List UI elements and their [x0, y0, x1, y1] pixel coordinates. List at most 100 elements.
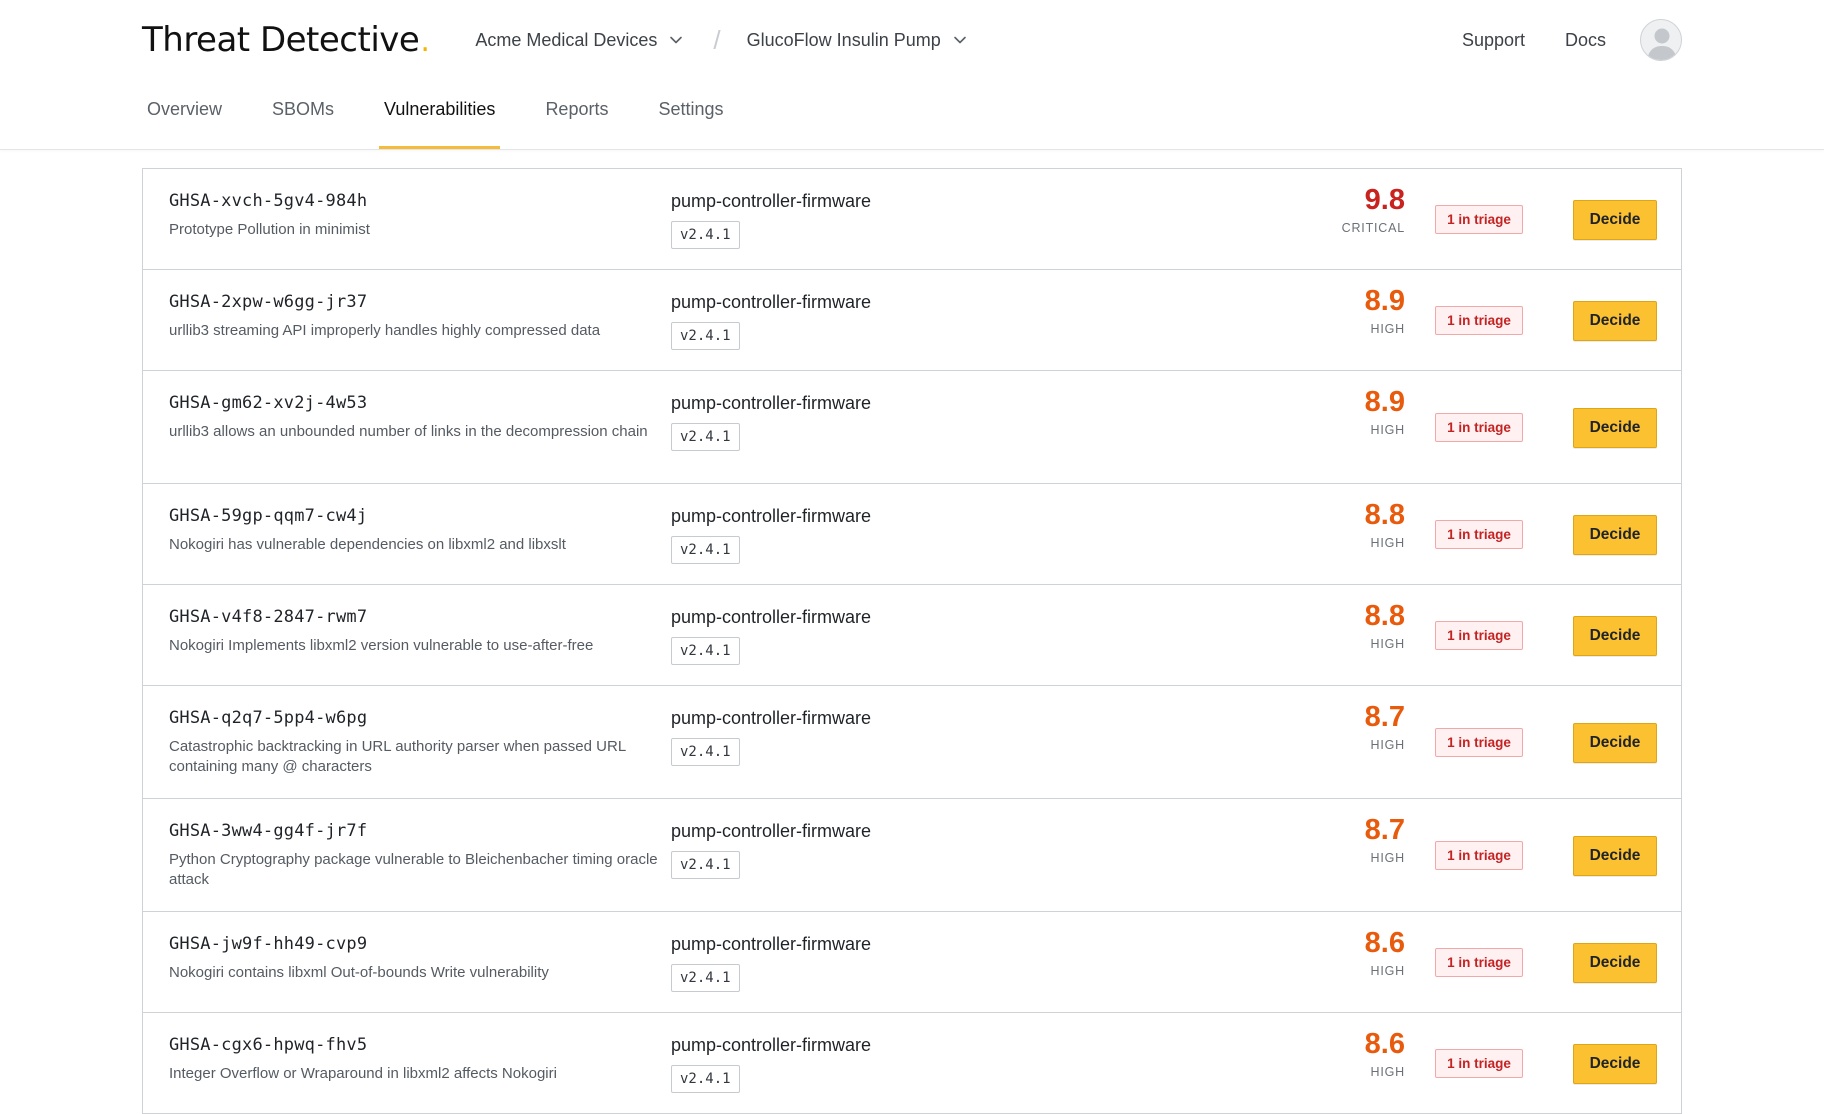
- advisory-summary: Nokogiri Implements libxml2 version vuln…: [169, 637, 594, 654]
- cvss-score: 8.7 HIGH: [1365, 700, 1405, 752]
- package-name[interactable]: pump-controller-firmware: [671, 607, 871, 628]
- advisory-summary: Nokogiri contains libxml Out-of-bounds W…: [169, 964, 549, 981]
- package-name[interactable]: pump-controller-firmware: [671, 393, 871, 414]
- advisory-id[interactable]: GHSA-v4f8-2847-rwm7: [169, 607, 367, 627]
- version-badge: v2.4.1: [671, 536, 740, 564]
- triage-badge[interactable]: 1 in triage: [1435, 1049, 1523, 1078]
- advisory-id[interactable]: GHSA-gm62-xv2j-4w53: [169, 393, 367, 413]
- brand-logo[interactable]: Threat Detective.: [142, 20, 430, 60]
- top-bar: Threat Detective. Acme Medical Devices /…: [142, 14, 1682, 66]
- table-row[interactable]: GHSA-59gp-qqm7-cw4j Nokogiri has vulnerab…: [143, 484, 1681, 585]
- severity-label: CRITICAL: [1341, 221, 1405, 235]
- decide-button[interactable]: Decide: [1573, 200, 1657, 240]
- triage-badge[interactable]: 1 in triage: [1435, 948, 1523, 977]
- advisory-id[interactable]: GHSA-q2q7-5pp4-w6pg: [169, 708, 367, 728]
- table-row[interactable]: GHSA-cgx6-hpwq-fhv5 Integer Overflow or W…: [143, 1013, 1681, 1114]
- package-name[interactable]: pump-controller-firmware: [671, 934, 871, 955]
- package-name[interactable]: pump-controller-firmware: [671, 708, 871, 729]
- severity-label: HIGH: [1370, 536, 1405, 550]
- tab-settings[interactable]: Settings: [653, 79, 728, 149]
- tab-overview[interactable]: Overview: [142, 79, 227, 149]
- product-selector-label: GlucoFlow Insulin Pump: [746, 29, 941, 50]
- severity-label: HIGH: [1370, 637, 1405, 651]
- advisory-summary: Integer Overflow or Wraparound in libxml…: [169, 1065, 557, 1082]
- advisory-summary: urllib3 allows an unbounded number of li…: [169, 423, 648, 440]
- package-name[interactable]: pump-controller-firmware: [671, 292, 871, 313]
- decide-button[interactable]: Decide: [1573, 1044, 1657, 1084]
- cvss-score: 8.6 HIGH: [1365, 1027, 1405, 1079]
- severity-label: HIGH: [1370, 322, 1405, 336]
- table-row[interactable]: GHSA-3ww4-gg4f-jr7f Python Cryptography p…: [143, 799, 1681, 912]
- decide-button[interactable]: Decide: [1573, 408, 1657, 448]
- triage-badge[interactable]: 1 in triage: [1435, 621, 1523, 650]
- table-row[interactable]: GHSA-jw9f-hh49-cvp9 Nokogiri contains lib…: [143, 912, 1681, 1013]
- severity-label: HIGH: [1370, 423, 1405, 437]
- advisory-id[interactable]: GHSA-3ww4-gg4f-jr7f: [169, 821, 367, 841]
- severity-label: HIGH: [1370, 738, 1405, 752]
- decide-button[interactable]: Decide: [1573, 943, 1657, 983]
- table-row[interactable]: GHSA-gm62-xv2j-4w53 urllib3 allows an unb…: [143, 371, 1681, 484]
- breadcrumb-separator: /: [713, 24, 721, 55]
- version-badge: v2.4.1: [671, 964, 740, 992]
- cvss-score: 8.9 HIGH: [1365, 385, 1405, 437]
- cvss-score: 8.8 HIGH: [1365, 498, 1405, 550]
- score-value: 8.7: [1364, 701, 1405, 733]
- score-value: 8.8: [1364, 499, 1405, 531]
- version-badge: v2.4.1: [671, 851, 740, 879]
- score-value: 8.8: [1364, 600, 1405, 632]
- docs-link[interactable]: Docs: [1565, 30, 1606, 51]
- cvss-score: 8.7 HIGH: [1365, 813, 1405, 865]
- triage-badge[interactable]: 1 in triage: [1435, 841, 1523, 870]
- package-name[interactable]: pump-controller-firmware: [671, 821, 871, 842]
- version-badge: v2.4.1: [671, 322, 740, 350]
- advisory-summary: urllib3 streaming API improperly handles…: [169, 322, 601, 339]
- brand-dot: .: [420, 24, 430, 59]
- advisory-id[interactable]: GHSA-xvch-5gv4-984h: [169, 191, 367, 211]
- decide-button[interactable]: Decide: [1573, 515, 1657, 555]
- severity-label: HIGH: [1370, 851, 1405, 865]
- advisory-summary: Nokogiri has vulnerable dependencies on …: [169, 536, 566, 553]
- breadcrumb: Acme Medical Devices / GlucoFlow Insulin…: [475, 25, 966, 56]
- org-selector-label: Acme Medical Devices: [475, 29, 658, 50]
- advisory-id[interactable]: GHSA-2xpw-w6gg-jr37: [169, 292, 367, 312]
- tab-vulnerabilities[interactable]: Vulnerabilities: [379, 79, 501, 149]
- triage-badge[interactable]: 1 in triage: [1435, 520, 1523, 549]
- advisory-id[interactable]: GHSA-59gp-qqm7-cw4j: [169, 506, 367, 526]
- score-value: 8.7: [1364, 814, 1405, 846]
- avatar[interactable]: [1640, 19, 1682, 61]
- cvss-score: 8.9 HIGH: [1365, 284, 1405, 336]
- chevron-down-icon: [953, 36, 966, 44]
- decide-button[interactable]: Decide: [1573, 301, 1657, 341]
- advisory-id[interactable]: GHSA-jw9f-hh49-cvp9: [169, 934, 367, 954]
- table-row[interactable]: GHSA-2xpw-w6gg-jr37 urllib3 streaming API…: [143, 270, 1681, 371]
- chevron-down-icon: [670, 36, 683, 44]
- version-badge: v2.4.1: [671, 738, 740, 766]
- version-badge: v2.4.1: [671, 1065, 740, 1093]
- score-value: 8.6: [1364, 1028, 1405, 1060]
- support-link[interactable]: Support: [1462, 30, 1525, 51]
- table-row[interactable]: GHSA-xvch-5gv4-984h Prototype Pollution i…: [143, 169, 1681, 270]
- decide-button[interactable]: Decide: [1573, 616, 1657, 656]
- table-row[interactable]: GHSA-v4f8-2847-rwm7 Nokogiri Implements l…: [143, 585, 1681, 686]
- org-selector[interactable]: Acme Medical Devices: [475, 30, 683, 51]
- tab-reports[interactable]: Reports: [540, 79, 613, 149]
- decide-button[interactable]: Decide: [1573, 723, 1657, 763]
- table-row[interactable]: GHSA-q2q7-5pp4-w6pg Catastrophic backtrac…: [143, 686, 1681, 799]
- tab-sboms[interactable]: SBOMs: [267, 79, 339, 149]
- app-header: Threat Detective. Acme Medical Devices /…: [0, 0, 1824, 150]
- package-name[interactable]: pump-controller-firmware: [671, 1035, 871, 1056]
- package-name[interactable]: pump-controller-firmware: [671, 506, 871, 527]
- decide-button[interactable]: Decide: [1573, 836, 1657, 876]
- version-badge: v2.4.1: [671, 637, 740, 665]
- score-value: 9.8: [1364, 184, 1405, 216]
- advisory-id[interactable]: GHSA-cgx6-hpwq-fhv5: [169, 1035, 367, 1055]
- advisory-summary: Prototype Pollution in minimist: [169, 221, 370, 238]
- product-selector[interactable]: GlucoFlow Insulin Pump: [747, 30, 967, 51]
- triage-badge[interactable]: 1 in triage: [1435, 205, 1523, 234]
- triage-badge[interactable]: 1 in triage: [1435, 306, 1523, 335]
- package-name[interactable]: pump-controller-firmware: [671, 191, 871, 212]
- triage-badge[interactable]: 1 in triage: [1435, 728, 1523, 757]
- triage-badge[interactable]: 1 in triage: [1435, 413, 1523, 442]
- version-badge: v2.4.1: [671, 221, 740, 249]
- severity-label: HIGH: [1370, 1065, 1405, 1079]
